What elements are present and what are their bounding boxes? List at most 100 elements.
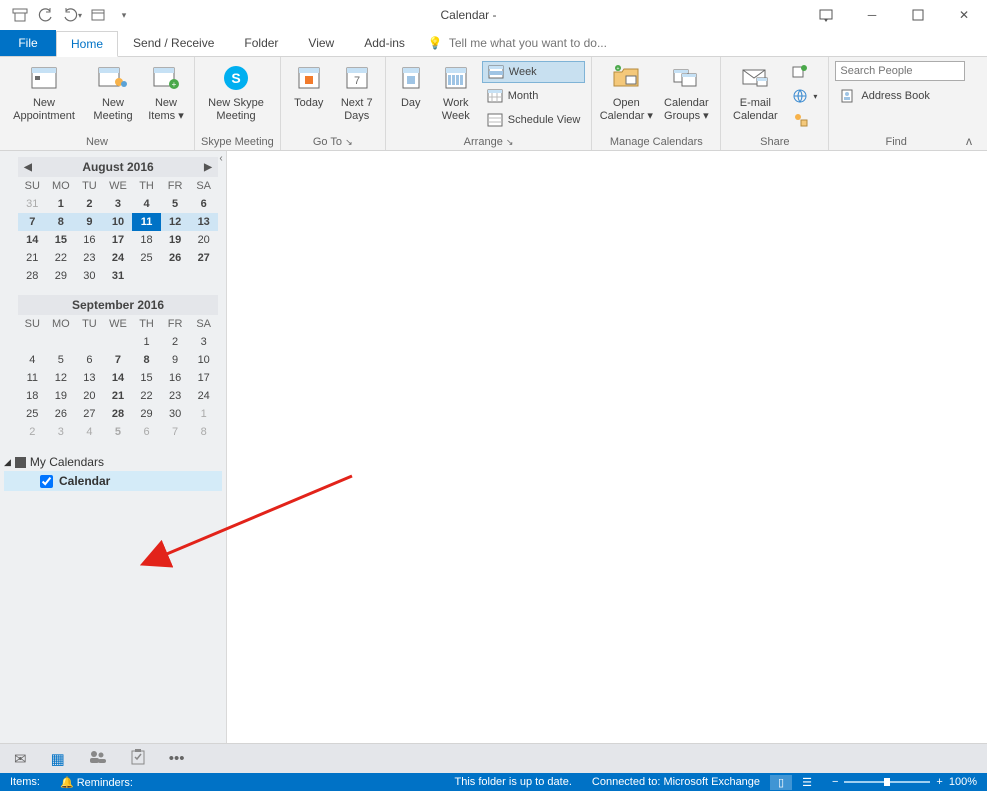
tab-file[interactable]: File	[0, 30, 56, 56]
minical-day[interactable]: 1	[189, 405, 218, 423]
minical-day[interactable]: 10	[104, 213, 133, 231]
minical-day[interactable]: 22	[132, 387, 161, 405]
calendar-item[interactable]: Calendar	[4, 471, 222, 491]
minical-day[interactable]: 15	[132, 369, 161, 387]
minical-day[interactable]: 31	[18, 195, 47, 213]
minical-day[interactable]: 3	[189, 333, 218, 351]
share-calendar-button[interactable]	[787, 61, 822, 83]
minical-day[interactable]: 7	[104, 351, 133, 369]
address-book-button[interactable]: Address Book	[835, 85, 965, 107]
minical-prev-button[interactable]: ◀	[21, 162, 35, 173]
schedule-view-button[interactable]: Schedule View	[482, 109, 586, 131]
new-skype-meeting-button[interactable]: S New Skype Meeting	[201, 59, 271, 123]
new-meeting-button[interactable]: New Meeting	[86, 59, 140, 123]
minical-day[interactable]: 20	[75, 387, 104, 405]
minical-day[interactable]: 24	[104, 249, 133, 267]
minical-day[interactable]: 19	[161, 231, 190, 249]
nav-mail-icon[interactable]: ✉	[14, 750, 27, 768]
minical-day[interactable]: 21	[18, 249, 47, 267]
minical-day[interactable]: 2	[161, 333, 190, 351]
tell-me-input[interactable]	[449, 36, 629, 50]
minical-day[interactable]: 2	[18, 423, 47, 441]
tab-send-receive[interactable]: Send / Receive	[118, 30, 229, 56]
nav-calendar-icon[interactable]: ▦	[51, 750, 65, 768]
minical-day[interactable]: 8	[132, 351, 161, 369]
week-view-button[interactable]: Week	[482, 61, 586, 83]
minimize-button[interactable]: ─	[849, 0, 895, 30]
minical-day[interactable]: 16	[161, 369, 190, 387]
qat-archive-icon[interactable]	[10, 5, 30, 25]
minical-day[interactable]: 14	[18, 231, 47, 249]
redo-icon[interactable]: ▾	[62, 5, 82, 25]
minical-day[interactable]: 8	[47, 213, 76, 231]
minical-day[interactable]: 9	[161, 351, 190, 369]
minical-day[interactable]: 15	[47, 231, 76, 249]
calendar-groups-button[interactable]: Calendar Groups ▾	[658, 59, 714, 123]
status-reminders[interactable]: 🔔 Reminders:	[50, 776, 143, 789]
minical-day[interactable]: 23	[161, 387, 190, 405]
tab-add-ins[interactable]: Add-ins	[349, 30, 420, 56]
qat-window-icon[interactable]	[88, 5, 108, 25]
minical-day[interactable]: 26	[161, 249, 190, 267]
today-button[interactable]: Today	[287, 59, 331, 110]
search-people-input[interactable]	[835, 61, 965, 81]
minical-day[interactable]: 8	[189, 423, 218, 441]
minical-day[interactable]: 19	[47, 387, 76, 405]
new-appointment-button[interactable]: New Appointment	[6, 59, 82, 123]
undo-icon[interactable]	[36, 5, 56, 25]
minical-day[interactable]: 28	[18, 267, 47, 285]
view-reading-button[interactable]: ☰	[792, 776, 822, 789]
minical-day[interactable]: 6	[132, 423, 161, 441]
nav-tasks-icon[interactable]	[131, 749, 145, 769]
minical-day[interactable]: 29	[132, 405, 161, 423]
work-week-button[interactable]: Work Week	[434, 59, 478, 123]
minical-day[interactable]: 29	[47, 267, 76, 285]
view-normal-button[interactable]: ▯	[770, 775, 792, 790]
email-calendar-button[interactable]: E-mail Calendar	[727, 59, 783, 123]
calendar-item-checkbox[interactable]	[40, 475, 53, 488]
minical-next-button[interactable]: ▶	[201, 162, 215, 173]
minical-day[interactable]: 4	[75, 423, 104, 441]
minical-day[interactable]: 11	[132, 213, 161, 231]
close-button[interactable]: ✕	[941, 0, 987, 30]
minical-day[interactable]: 5	[104, 423, 133, 441]
minical-day[interactable]: 28	[104, 405, 133, 423]
minical-day[interactable]: 21	[104, 387, 133, 405]
minical-day[interactable]: 7	[18, 213, 47, 231]
publish-online-button[interactable]: ▾	[787, 85, 822, 107]
minical-day[interactable]: 2	[75, 195, 104, 213]
minical-day[interactable]: 1	[132, 333, 161, 351]
day-view-button[interactable]: Day	[392, 59, 430, 110]
minical-day[interactable]: 6	[189, 195, 218, 213]
minical-day[interactable]: 4	[18, 351, 47, 369]
minical-day[interactable]: 1	[47, 195, 76, 213]
minical-day[interactable]: 6	[75, 351, 104, 369]
qat-customize-icon[interactable]: ▾	[114, 5, 134, 25]
minical-day[interactable]: 17	[104, 231, 133, 249]
open-calendar-button[interactable]: + Open Calendar ▾	[598, 59, 654, 123]
minical-day[interactable]: 3	[47, 423, 76, 441]
minical-day[interactable]: 18	[132, 231, 161, 249]
calendar-group-header[interactable]: ◢ My Calendars	[4, 453, 222, 471]
minical-day[interactable]: 30	[75, 267, 104, 285]
minical-day[interactable]: 25	[18, 405, 47, 423]
minical-day[interactable]: 5	[47, 351, 76, 369]
minical-day[interactable]: 3	[104, 195, 133, 213]
minical-day[interactable]: 23	[75, 249, 104, 267]
minical-day[interactable]: 20	[189, 231, 218, 249]
minical-day[interactable]: 17	[189, 369, 218, 387]
nav-people-icon[interactable]	[89, 750, 107, 768]
minical-day[interactable]: 13	[75, 369, 104, 387]
minical-day[interactable]: 26	[47, 405, 76, 423]
collapse-ribbon-button[interactable]: ʌ	[957, 134, 981, 150]
zoom-out-button[interactable]: −	[832, 776, 838, 788]
calendar-permissions-button[interactable]	[787, 109, 822, 131]
tab-home[interactable]: Home	[56, 31, 118, 57]
minical-day[interactable]: 25	[132, 249, 161, 267]
minical-day[interactable]: 18	[18, 387, 47, 405]
minical-day[interactable]: 9	[75, 213, 104, 231]
zoom-slider[interactable]	[844, 781, 930, 783]
minical-day[interactable]: 16	[75, 231, 104, 249]
ribbon-display-options-icon[interactable]	[803, 0, 849, 30]
minical-day[interactable]: 5	[161, 195, 190, 213]
